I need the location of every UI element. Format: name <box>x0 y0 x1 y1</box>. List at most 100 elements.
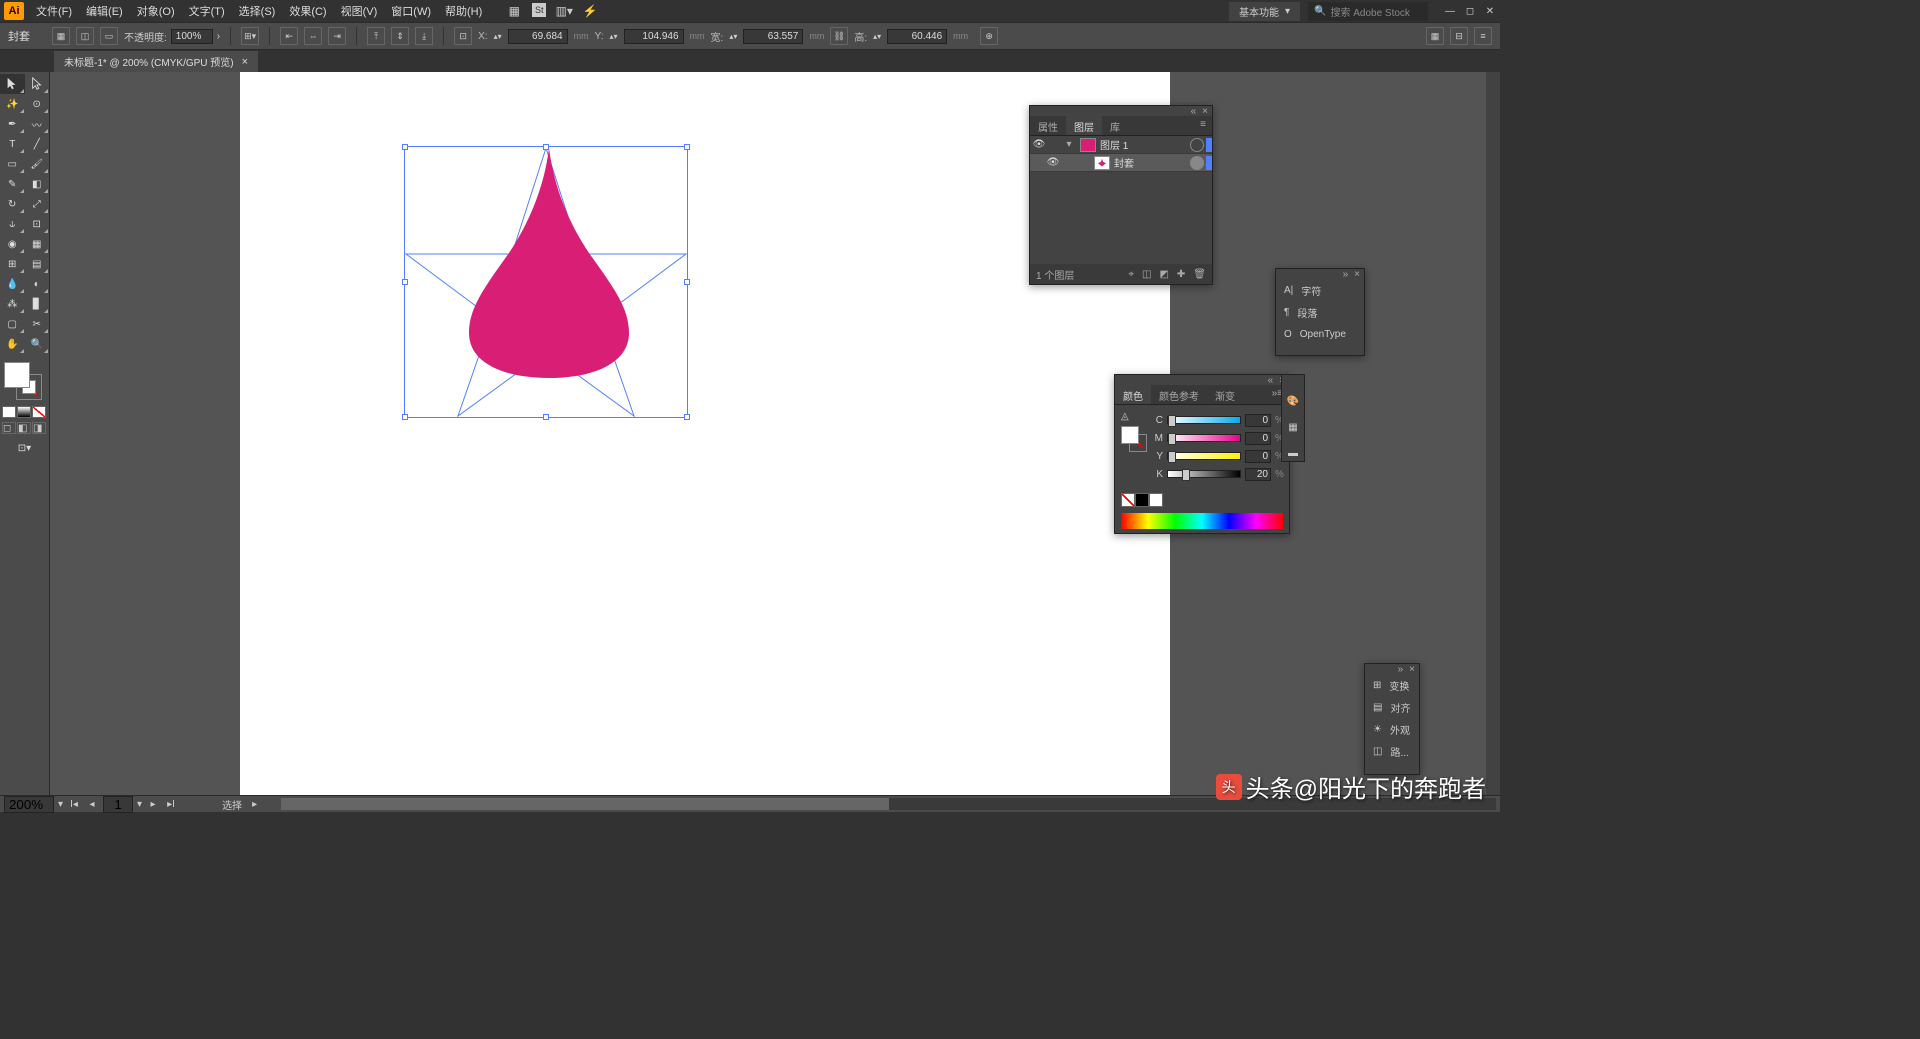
chevron-right-icon[interactable]: › <box>217 31 220 42</box>
selection-bounding-box[interactable] <box>404 146 688 418</box>
artboard-dropdown-icon[interactable]: ▾ <box>137 799 142 810</box>
y-input[interactable] <box>624 29 684 44</box>
appearance-button[interactable]: ☀外观 <box>1365 718 1419 740</box>
none-swatch[interactable] <box>1121 493 1135 507</box>
workspace-selector[interactable]: 基本功能▾ <box>1229 2 1300 21</box>
gpu-icon[interactable]: ⚡ <box>582 3 598 19</box>
make-clip-mask-icon[interactable]: ◫ <box>1142 269 1151 280</box>
target-icon[interactable] <box>1190 156 1204 170</box>
character-panel-button[interactable]: A|字符 <box>1276 279 1364 301</box>
align-bottom-icon[interactable]: ⤓ <box>415 27 433 45</box>
tab-gradient[interactable]: 渐变 <box>1207 385 1243 404</box>
black-swatch[interactable] <box>1135 493 1149 507</box>
curvature-tool[interactable]: 〰 <box>25 114 50 134</box>
resize-handle-bl[interactable] <box>402 414 408 420</box>
selection-tool[interactable] <box>0 74 25 94</box>
minimize-button[interactable]: — <box>1444 5 1456 17</box>
envelope-edit-icon[interactable]: ▭ <box>100 27 118 45</box>
artboard-number-input[interactable] <box>103 796 133 813</box>
mesh-tool[interactable]: ⊞ <box>0 254 25 274</box>
panel-collapse-icon[interactable]: » <box>1343 269 1349 280</box>
graph-tool[interactable]: ▊ <box>25 294 50 314</box>
next-artboard-button[interactable]: ▸ <box>146 799 160 810</box>
menu-object[interactable]: 对象(O) <box>131 1 181 21</box>
menu-view[interactable]: 视图(V) <box>335 1 384 21</box>
yellow-slider[interactable] <box>1167 452 1241 460</box>
visibility-toggle[interactable]: 👁 <box>1044 157 1062 168</box>
document-tab[interactable]: 未标题-1* @ 200% (CMYK/GPU 预览) × <box>54 51 258 72</box>
align-button[interactable]: ▤对齐 <box>1365 696 1419 718</box>
stock-icon[interactable]: St <box>532 3 546 17</box>
envelope-warp-icon[interactable]: ◫ <box>76 27 94 45</box>
delete-layer-icon[interactable]: 🗑 <box>1193 269 1206 280</box>
more-options-icon[interactable]: ≡ <box>1474 27 1492 45</box>
panel-close-icon[interactable]: × <box>1202 106 1208 117</box>
free-transform-tool[interactable]: ⊡ <box>25 214 50 234</box>
anchor-grid-icon[interactable]: ⊞▾ <box>241 27 259 45</box>
tab-color[interactable]: 颜色 <box>1115 385 1151 404</box>
x-input[interactable] <box>508 29 568 44</box>
isolate-icon[interactable]: ⊕ <box>980 27 998 45</box>
prev-artboard-button[interactable]: ◂ <box>85 799 99 810</box>
symbol-sprayer-tool[interactable]: ⁂ <box>0 294 25 314</box>
expand-toggle-icon[interactable]: ▾ <box>1062 139 1076 150</box>
layer-name[interactable]: 封套 <box>1114 155 1188 170</box>
color-mode-gradient[interactable] <box>17 406 31 418</box>
envelope-mesh-icon[interactable]: ▦ <box>52 27 70 45</box>
resize-handle-ml[interactable] <box>402 279 408 285</box>
locate-object-icon[interactable]: ⌖ <box>1128 269 1134 280</box>
status-dropdown-icon[interactable]: ▸ <box>252 799 257 810</box>
align-to-icon[interactable]: ▦ <box>1426 27 1444 45</box>
resize-handle-tl[interactable] <box>402 144 408 150</box>
arrange-icon[interactable]: ▥▾ <box>556 3 572 19</box>
resize-handle-tr[interactable] <box>684 144 690 150</box>
layer-row[interactable]: 👁 ▾ 图层 1 <box>1030 136 1212 154</box>
cyan-value[interactable] <box>1245 414 1271 427</box>
search-input[interactable]: 🔍搜索 Adobe Stock <box>1308 2 1428 21</box>
align-vcenter-icon[interactable]: ⇕ <box>391 27 409 45</box>
menu-file[interactable]: 文件(F) <box>30 1 78 21</box>
maximize-button[interactable]: ◻ <box>1464 5 1476 17</box>
first-artboard-button[interactable]: I◂ <box>67 799 81 810</box>
close-button[interactable]: ✕ <box>1484 5 1496 17</box>
shape-builder-tool[interactable]: ◉ <box>0 234 25 254</box>
pen-tool[interactable]: ✒ <box>0 114 25 134</box>
panel-collapse-icon[interactable]: « <box>1268 375 1274 386</box>
menu-type[interactable]: 文字(T) <box>183 1 231 21</box>
zoom-dropdown-icon[interactable]: ▾ <box>58 799 63 810</box>
magenta-value[interactable] <box>1245 432 1271 445</box>
visibility-toggle[interactable]: 👁 <box>1030 139 1048 150</box>
align-top-icon[interactable]: ⤒ <box>367 27 385 45</box>
tab-close-icon[interactable]: × <box>242 56 248 68</box>
tab-layers[interactable]: 图层 <box>1066 116 1102 135</box>
layer-row[interactable]: 👁 封套 <box>1030 154 1212 172</box>
target-icon[interactable] <box>1190 138 1204 152</box>
swatches-icon[interactable]: ▦ <box>1285 419 1301 435</box>
link-wh-icon[interactable]: ⛓ <box>830 27 848 45</box>
slice-tool[interactable]: ✂ <box>25 314 50 334</box>
scale-tool[interactable]: ⤢ <box>25 194 50 214</box>
menu-edit[interactable]: 编辑(E) <box>80 1 129 21</box>
gradient-tool[interactable]: ▤ <box>25 254 50 274</box>
fill-swatch[interactable] <box>1121 426 1139 444</box>
cyan-slider[interactable] <box>1167 416 1241 424</box>
align-right-icon[interactable]: ⇥ <box>328 27 346 45</box>
w-input[interactable] <box>743 29 803 44</box>
draw-normal[interactable]: ◻ <box>2 422 16 434</box>
hand-tool[interactable]: ✋ <box>0 334 25 354</box>
last-artboard-button[interactable]: ▸I <box>164 799 178 810</box>
menu-help[interactable]: 帮助(H) <box>439 1 488 21</box>
rectangle-tool[interactable]: ▭ <box>0 154 25 174</box>
shaper-tool[interactable]: ✎ <box>0 174 25 194</box>
draw-inside[interactable]: ◨ <box>32 422 46 434</box>
screen-mode-tool[interactable]: ⊡▾ <box>0 438 49 458</box>
opentype-panel-button[interactable]: OOpenType <box>1276 323 1364 345</box>
yellow-value[interactable] <box>1245 450 1271 463</box>
fill-color-swatch[interactable] <box>4 362 30 388</box>
perspective-tool[interactable]: ▦ <box>25 234 50 254</box>
resize-handle-tm[interactable] <box>543 144 549 150</box>
paintbrush-tool[interactable]: 🖌 <box>25 154 50 174</box>
paragraph-panel-button[interactable]: ¶段落 <box>1276 301 1364 323</box>
line-tool[interactable]: ╱ <box>25 134 50 154</box>
pathfinder-button[interactable]: ◫路... <box>1365 740 1419 762</box>
